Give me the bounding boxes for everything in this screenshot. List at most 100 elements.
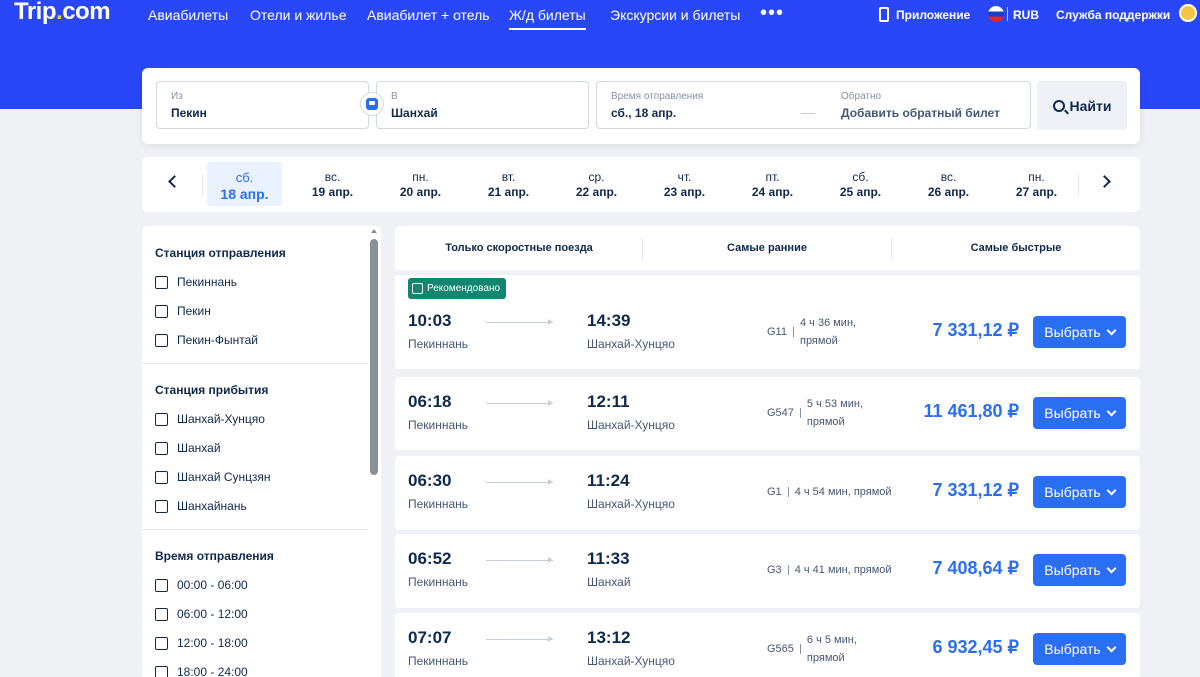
checkbox[interactable] xyxy=(155,470,168,484)
date-weekday: ср. xyxy=(588,170,605,184)
app-link[interactable]: Приложение xyxy=(896,8,970,22)
date-weekday: сб. xyxy=(235,170,254,185)
date-option[interactable]: ср. 22 апр. xyxy=(559,162,634,206)
price: 7 408,64 ₽ xyxy=(932,558,1019,578)
checkbox[interactable] xyxy=(155,333,168,347)
filter-option[interactable]: Шанхай xyxy=(155,441,221,455)
divider xyxy=(202,174,203,196)
trip-logo[interactable]: Trip.com xyxy=(14,0,111,26)
currency-selector[interactable]: RUB xyxy=(1013,8,1039,22)
filter-option[interactable]: Пекин-Фынтай xyxy=(155,333,258,347)
to-label: В xyxy=(391,91,398,102)
checkbox[interactable] xyxy=(155,665,168,677)
filter-option[interactable]: 12:00 - 18:00 xyxy=(155,636,248,650)
divider xyxy=(799,408,801,418)
select-button[interactable]: Выбрать xyxy=(1033,316,1126,348)
chevron-left-icon[interactable] xyxy=(168,175,181,188)
select-button-label: Выбрать xyxy=(1044,562,1101,578)
select-button[interactable]: Выбрать xyxy=(1033,633,1126,665)
filter-option-label: Шанхай xyxy=(177,441,221,455)
sort-fastest[interactable]: Самые быстрые xyxy=(892,242,1140,254)
checkbox[interactable] xyxy=(155,304,168,318)
train-info: G11 4 ч 36 мин, прямой xyxy=(767,314,856,350)
nav-hotels[interactable]: Отели и жилье xyxy=(250,7,347,23)
date-field[interactable]: Время отправления сб., 18 апр. Обратно Д… xyxy=(596,81,1031,129)
arrival-time: 14:39 xyxy=(587,311,631,330)
scrollbar-thumb[interactable] xyxy=(370,239,378,475)
more-menu-button[interactable]: ••• xyxy=(760,2,784,25)
departure-time: 10:03 xyxy=(408,311,452,330)
train-card[interactable]: 06:30 11:24 Пекиннань Шанхай-Хунцяо G1 4 ч 54… xyxy=(395,456,1140,530)
filter-option[interactable]: 06:00 - 12:00 xyxy=(155,607,248,621)
divider xyxy=(787,565,789,575)
date-selector: сб. 18 апр. вс. 19 апр. пн. 20 апр. вт. 21 апр.… xyxy=(142,157,1140,212)
date-day: 19 апр. xyxy=(311,185,354,199)
chevron-down-icon xyxy=(1106,563,1117,573)
filter-option[interactable]: Пекин xyxy=(155,304,211,318)
sort-earliest[interactable]: Самые ранние xyxy=(643,242,891,254)
train-number[interactable]: G1 xyxy=(767,486,782,498)
date-option[interactable]: сб. 25 апр. xyxy=(823,162,898,206)
train-number[interactable]: G547 xyxy=(767,407,794,419)
checkbox[interactable] xyxy=(155,499,168,513)
train-number[interactable]: G11 xyxy=(767,326,787,338)
from-field[interactable]: Из Пекин xyxy=(156,81,369,129)
filter-sidebar: Станция отправления Пекиннань Пекин Пеки… xyxy=(142,226,381,677)
departure-station: Пекиннань xyxy=(408,418,469,432)
date-day: 21 апр. xyxy=(487,185,530,199)
checkbox[interactable] xyxy=(155,607,168,621)
checkbox[interactable] xyxy=(155,578,168,592)
date-option[interactable]: пн. 27 апр. xyxy=(999,162,1074,206)
duration: 4 ч 54 мин, прямой xyxy=(794,486,892,498)
nav-flights[interactable]: Авиабилеты xyxy=(148,7,228,23)
to-field[interactable]: В Шанхай xyxy=(376,81,589,129)
arrival-station: Шанхай-Хунцяо xyxy=(587,337,675,351)
train-number[interactable]: G565 xyxy=(767,643,794,655)
date-option[interactable]: пт. 24 апр. xyxy=(735,162,810,206)
select-button-label: Выбрать xyxy=(1044,405,1101,421)
search-form: Из Пекин В Шанхай Время отправления сб.,… xyxy=(142,68,1140,144)
filter-option[interactable]: Шанхай-Хунцяо xyxy=(155,412,265,426)
sort-high-speed[interactable]: Только скоростные поезда xyxy=(395,242,643,254)
chevron-right-icon[interactable] xyxy=(1098,175,1111,188)
train-card[interactable]: 06:18 12:11 Пекиннань Шанхай-Хунцяо G547 5 ч … xyxy=(395,377,1140,450)
nav-flight-hotel[interactable]: Авиабилет + отель xyxy=(367,7,490,23)
filter-option[interactable]: Шанхай Сунцзян xyxy=(155,470,271,484)
date-option[interactable]: пн. 20 апр. xyxy=(383,162,458,206)
filter-option[interactable]: 00:00 - 06:00 xyxy=(155,578,248,592)
nav-tours[interactable]: Экскурсии и билеты xyxy=(610,7,740,23)
filter-option[interactable]: 18:00 - 24:00 xyxy=(155,665,248,677)
russia-flag-icon[interactable] xyxy=(988,6,1004,22)
search-button[interactable]: Найти xyxy=(1037,81,1127,130)
select-button[interactable]: Выбрать xyxy=(1033,397,1126,429)
divider xyxy=(1078,174,1079,196)
support-link[interactable]: Служба поддержки xyxy=(1056,8,1170,22)
nav-trains[interactable]: Ж/д билеты xyxy=(509,7,586,30)
user-avatar-icon[interactable] xyxy=(1179,4,1197,22)
train-number[interactable]: G3 xyxy=(767,564,782,576)
train-card[interactable]: 07:07 13:12 Пекиннань Шанхай-Хунцяо G565 6 ч … xyxy=(395,613,1140,677)
select-button[interactable]: Выбрать xyxy=(1033,554,1126,586)
train-card[interactable]: 06:52 11:33 Пекиннань Шанхай G3 4 ч 41 мин, п… xyxy=(395,534,1140,608)
select-button[interactable]: Выбрать xyxy=(1033,476,1126,508)
date-option[interactable]: вт. 21 апр. xyxy=(471,162,546,206)
checkbox[interactable] xyxy=(155,441,168,455)
checkbox[interactable] xyxy=(155,636,168,650)
return-value[interactable]: Добавить обратный билет xyxy=(841,106,1000,120)
checkbox[interactable] xyxy=(155,412,168,426)
train-card[interactable]: Рекомендовано 10:03 14:39 Пекиннань Шанхай-Х… xyxy=(395,275,1140,369)
checkbox[interactable] xyxy=(155,275,168,289)
filter-option[interactable]: Пекиннань xyxy=(155,275,237,289)
train-swap-icon[interactable] xyxy=(360,92,384,116)
divider xyxy=(787,487,789,497)
date-option[interactable]: чт. 23 апр. xyxy=(647,162,722,206)
train-info: G1 4 ч 54 мин, прямой xyxy=(767,483,892,501)
date-option[interactable]: вс. 19 апр. xyxy=(295,162,370,206)
filter-option[interactable]: Шанхайнань xyxy=(155,499,247,513)
scroll-up-icon[interactable] xyxy=(371,229,377,233)
date-weekday: пт. xyxy=(765,170,780,184)
thumbs-up-icon xyxy=(412,283,423,294)
date-option[interactable]: вс. 26 апр. xyxy=(911,162,986,206)
date-option[interactable]: сб. 18 апр. xyxy=(207,162,282,206)
return-label: Обратно xyxy=(841,91,882,102)
